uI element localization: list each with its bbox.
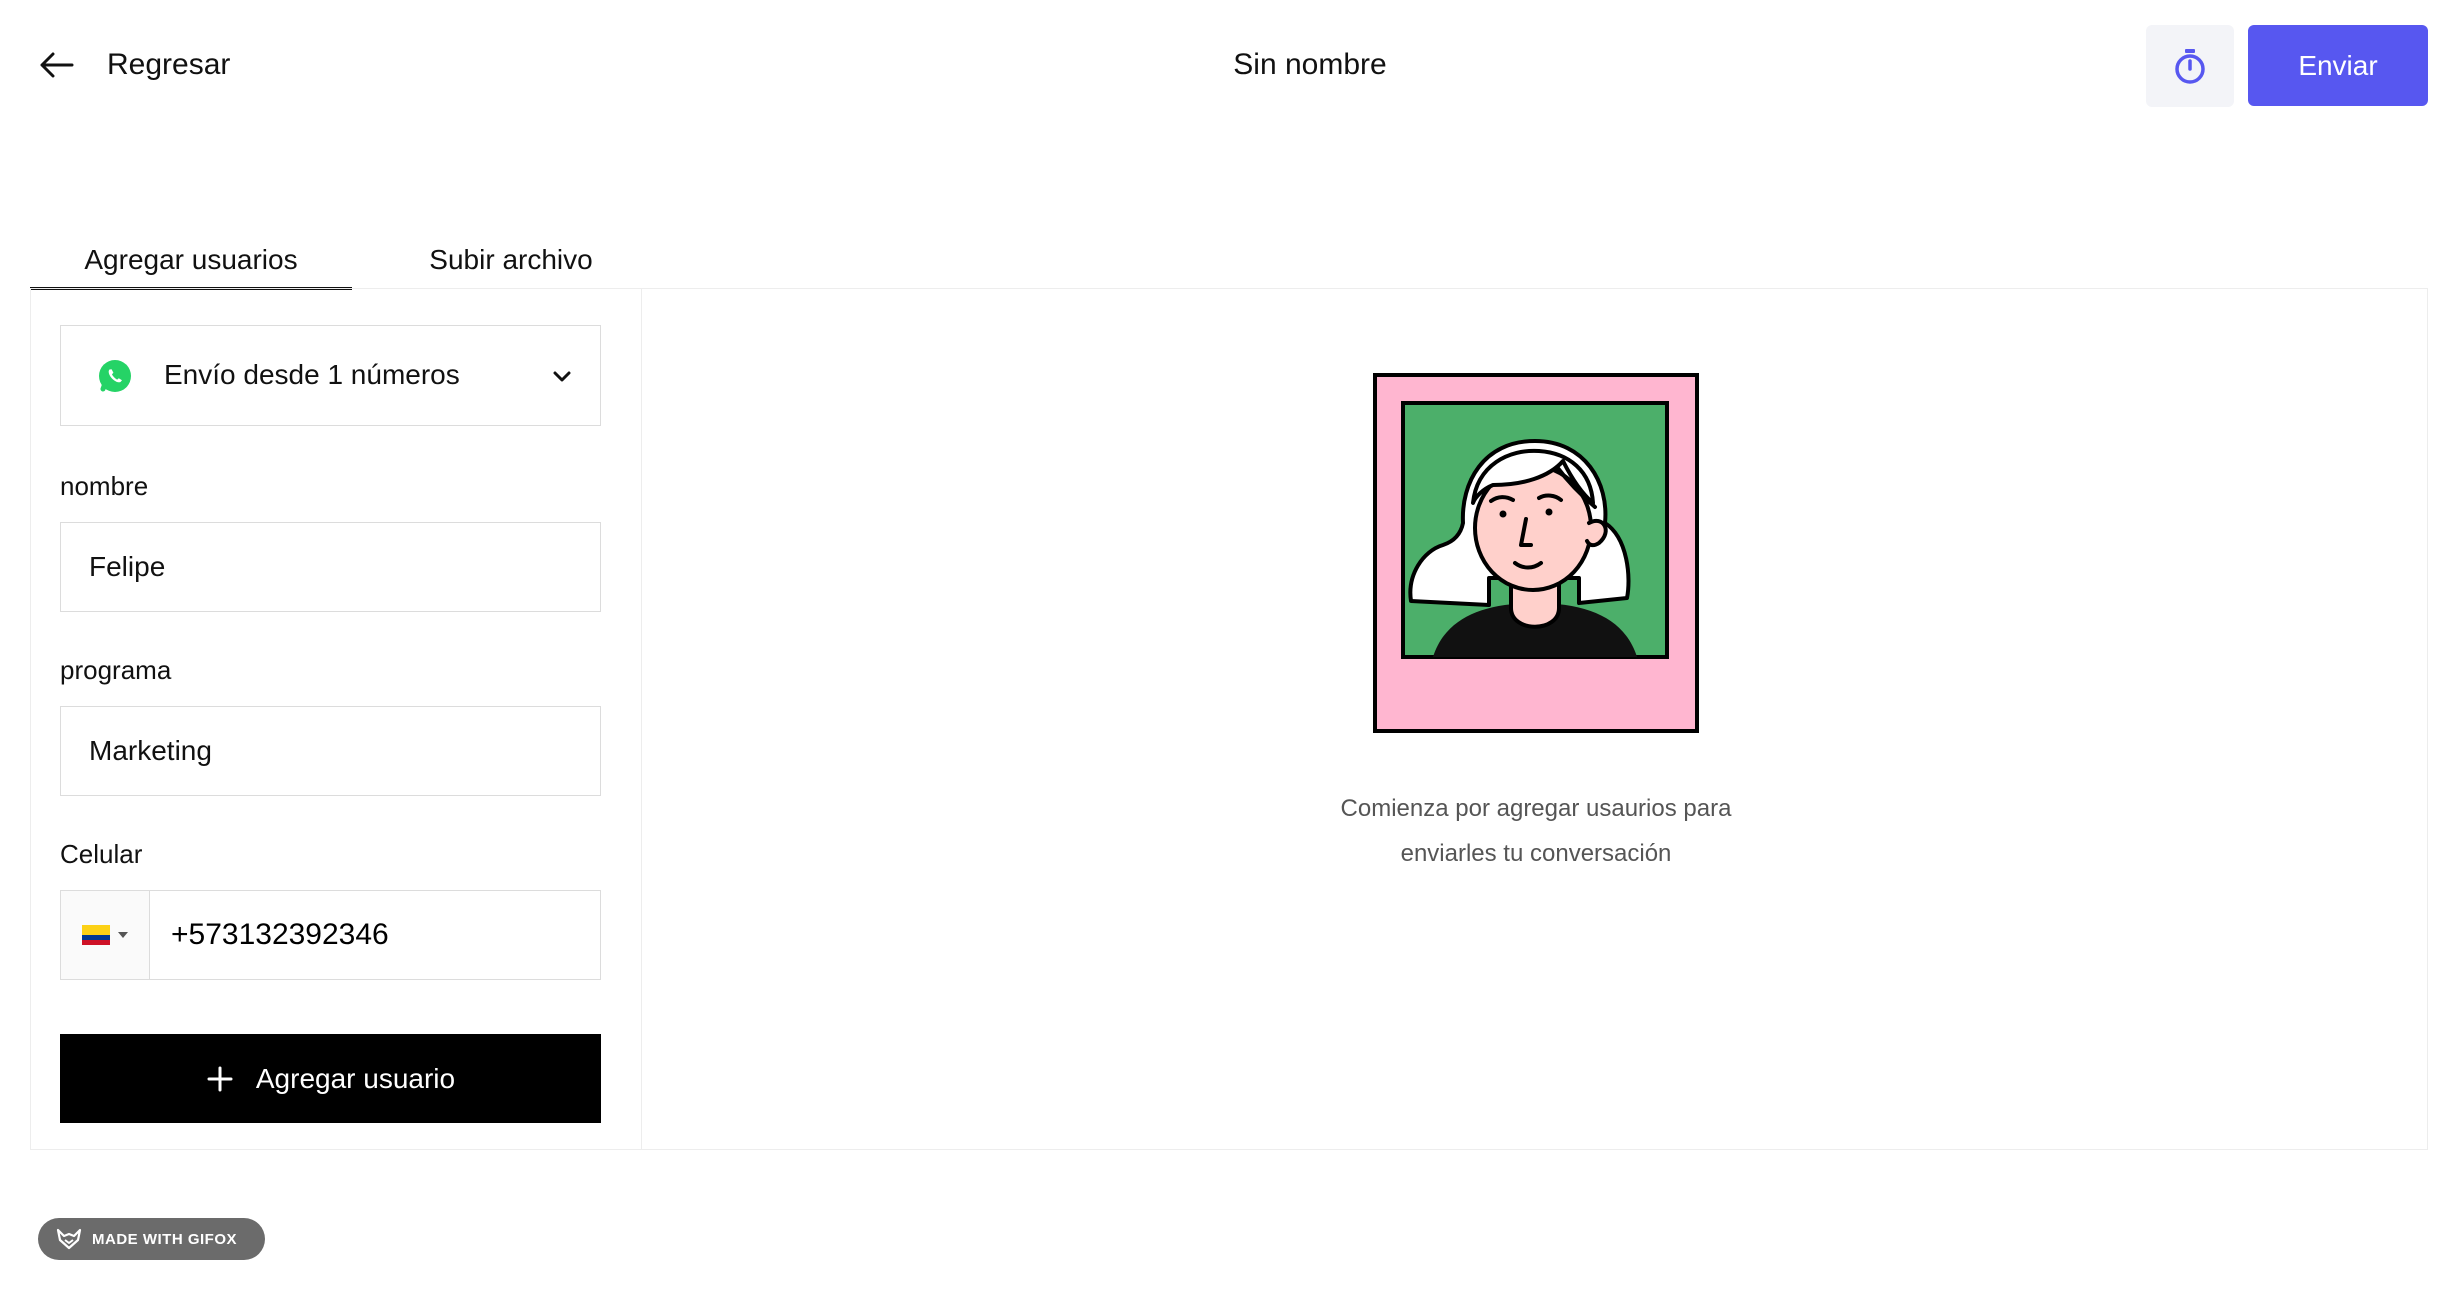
tab-add-users[interactable]: Agregar usuarios — [30, 232, 352, 290]
add-user-button[interactable]: Agregar usuario — [60, 1034, 601, 1123]
chevron-down-icon — [553, 371, 571, 382]
watermark-text: MADE WITH GIFOX — [92, 1230, 237, 1248]
phone-field: +573132392346 — [60, 890, 601, 980]
fox-icon — [56, 1228, 82, 1250]
send-button[interactable]: Enviar — [2248, 25, 2428, 106]
back-button[interactable] — [22, 40, 92, 90]
back-label[interactable]: Regresar — [107, 44, 230, 86]
stopwatch-icon — [2175, 49, 2205, 84]
caret-down-icon — [118, 932, 128, 938]
empty-users-illustration — [1373, 373, 1699, 733]
arrow-left-icon — [40, 52, 74, 78]
country-code-select[interactable] — [61, 891, 150, 979]
plus-icon — [207, 1066, 233, 1091]
empty-state-line-1: Comienza por agregar usaurios para — [1340, 795, 1732, 822]
page-title: Sin nombre — [1233, 48, 1387, 81]
program-field-label: programa — [60, 655, 172, 685]
whatsapp-icon — [99, 360, 131, 392]
program-input[interactable]: Marketing — [60, 706, 601, 796]
name-field-label: nombre — [60, 471, 149, 501]
phone-field-label: Celular — [60, 839, 143, 869]
gifox-watermark: MADE WITH GIFOX — [38, 1218, 265, 1260]
empty-state-line-2: enviarles tu conversación — [1400, 840, 1672, 867]
colombia-flag-icon — [82, 925, 110, 945]
tab-upload-file[interactable]: Subir archivo — [370, 232, 652, 288]
sender-number-select[interactable]: Envío desde 1 números — [60, 325, 601, 426]
empty-state-message: Comienza por agregar usaurios para envia… — [1220, 786, 1852, 876]
schedule-button[interactable] — [2146, 25, 2234, 107]
sender-select-label: Envío desde 1 números — [164, 359, 460, 390]
phone-input[interactable]: +573132392346 — [171, 891, 389, 979]
add-user-label: Agregar usuario — [255, 1062, 456, 1094]
name-input[interactable]: Felipe — [60, 522, 601, 612]
